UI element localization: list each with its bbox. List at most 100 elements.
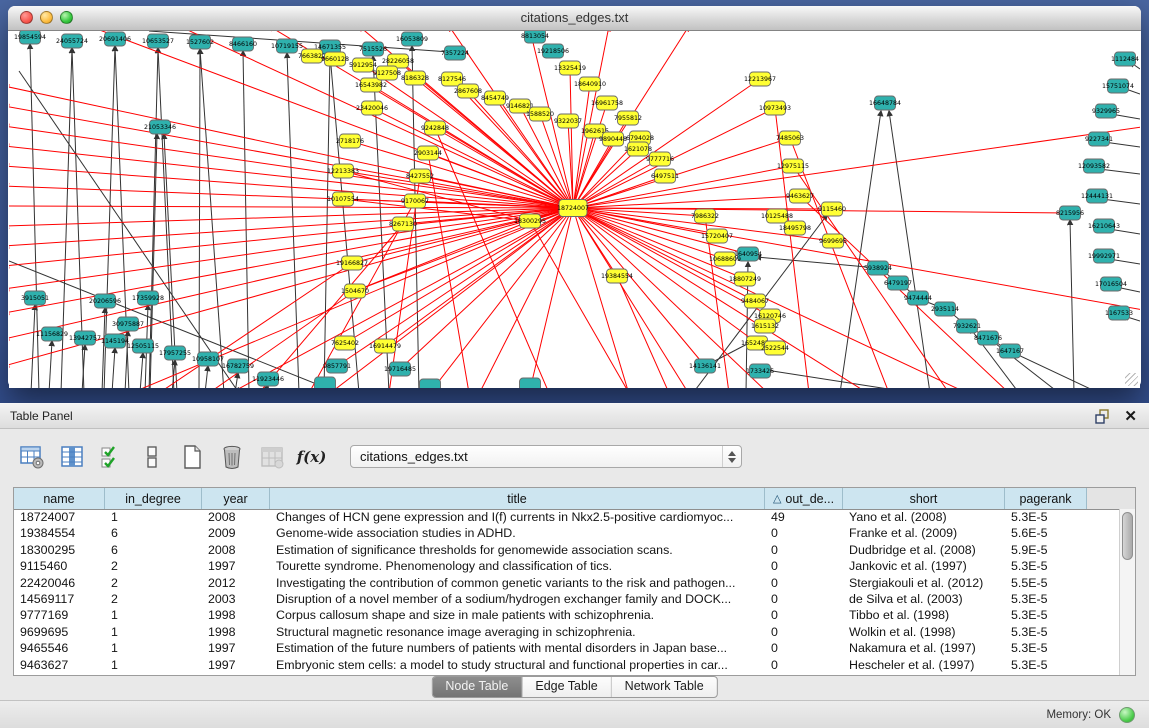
column-header-title[interactable]: title xyxy=(270,488,765,509)
graph-node[interactable]: 9127508 xyxy=(373,66,401,80)
graph-node[interactable]: 7932621 xyxy=(953,319,981,333)
graph-node[interactable]: 9484067 xyxy=(741,294,769,308)
graph-node[interactable]: 8813054 xyxy=(521,31,549,43)
minimize-window-icon[interactable] xyxy=(40,11,53,24)
row-options-icon[interactable] xyxy=(138,443,165,470)
resize-grip-icon[interactable] xyxy=(1125,373,1138,386)
graph-node[interactable]: 1504670 xyxy=(341,284,369,298)
scrollbar-thumb[interactable] xyxy=(1122,512,1133,560)
graph-node[interactable]: 8471676 xyxy=(974,331,1002,345)
graph-node[interactable]: 8454749 xyxy=(481,91,509,105)
graph-hub-node[interactable]: 18724007 xyxy=(557,200,589,217)
table-row[interactable]: 1830029562008Estimation of significance … xyxy=(14,542,1120,558)
graph-node[interactable]: 9660128 xyxy=(321,52,349,66)
graph-node[interactable]: 3915051 xyxy=(21,291,49,305)
graph-node[interactable]: 7986322 xyxy=(691,209,719,223)
graph-node[interactable]: 19854594 xyxy=(14,31,46,44)
graph-node[interactable]: 8215956 xyxy=(1056,206,1084,220)
graph-node[interactable]: 6479197 xyxy=(884,276,912,290)
graph-node[interactable]: 1588520 xyxy=(526,107,554,121)
graph-node[interactable]: 7955812 xyxy=(614,111,642,125)
graph-node[interactable]: 10973493 xyxy=(759,101,791,115)
column-header-in_degree[interactable]: in_degree xyxy=(105,488,202,509)
graph-node[interactable]: 9890448 xyxy=(599,132,627,146)
graph-node[interactable]: 1647167 xyxy=(996,344,1024,358)
graph-node[interactable]: 15720407 xyxy=(701,229,733,243)
vertical-scrollbar[interactable] xyxy=(1119,509,1135,675)
float-window-icon[interactable] xyxy=(1095,409,1110,424)
close-window-icon[interactable] xyxy=(20,11,33,24)
graph-node[interactable]: 9242848 xyxy=(421,121,449,135)
graph-node[interactable] xyxy=(420,379,441,388)
graph-node[interactable]: 20691406 xyxy=(99,32,131,46)
column-header-out_de[interactable]: △out_de... xyxy=(765,488,843,509)
graph-node[interactable]: 14136141 xyxy=(689,359,721,373)
graph-node[interactable]: 11923446 xyxy=(252,372,284,386)
graph-node[interactable]: 1527602 xyxy=(186,35,214,49)
table-row[interactable]: 1872400712008Changes of HCN gene express… xyxy=(14,509,1120,525)
new-table-icon[interactable] xyxy=(178,443,205,470)
network-canvas-svg[interactable]: 1985459424055724206914061065352715276028… xyxy=(9,31,1140,388)
graph-node[interactable]: 19166827 xyxy=(336,256,368,270)
graph-node[interactable]: 19218506 xyxy=(537,44,569,58)
column-header-year[interactable]: year xyxy=(202,488,270,509)
graph-node[interactable]: 12505115 xyxy=(127,339,159,353)
graph-node[interactable]: 17016504 xyxy=(1095,277,1127,291)
graph-node[interactable]: 7625402 xyxy=(331,336,359,350)
graph-node[interactable]: 18640910 xyxy=(574,77,606,91)
table-row[interactable]: 2242004622012Investigating the contribut… xyxy=(14,575,1120,591)
graph-node[interactable]: 8267130 xyxy=(389,217,417,231)
graph-node[interactable]: 9170067 xyxy=(401,194,429,208)
zoom-window-icon[interactable] xyxy=(60,11,73,24)
graph-node[interactable]: 1145194 xyxy=(101,334,129,348)
graph-node[interactable]: 16648784 xyxy=(869,96,901,110)
graph-node[interactable]: 7357224 xyxy=(441,46,469,60)
table-row[interactable]: 969969511998Structural magnetic resonanc… xyxy=(14,624,1120,640)
graph-node[interactable]: 9777716 xyxy=(646,152,674,166)
table-row[interactable]: 977716911998Corpus callosum shape and si… xyxy=(14,607,1120,623)
graph-node[interactable]: 5938924 xyxy=(864,261,892,275)
graph-node[interactable]: 8427552 xyxy=(406,169,434,183)
network-canvas[interactable]: 1985459424055724206914061065352715276028… xyxy=(9,31,1140,388)
graph-node[interactable] xyxy=(315,377,336,388)
graph-node[interactable]: 1733426 xyxy=(746,364,774,378)
tab-node-table[interactable]: Node Table xyxy=(432,677,521,697)
table-row[interactable]: 911546021997Tourette syndrome. Phenomeno… xyxy=(14,558,1120,574)
graph-node[interactable]: 9857791 xyxy=(323,359,351,373)
graph-node[interactable]: 12093582 xyxy=(1078,159,1110,173)
graph-node[interactable]: 12444131 xyxy=(1081,189,1113,203)
graph-node[interactable]: 2718176 xyxy=(336,134,364,148)
column-header-name[interactable]: name xyxy=(14,488,105,509)
graph-node[interactable]: 7515526 xyxy=(359,42,387,56)
column-header-short[interactable]: short xyxy=(843,488,1005,509)
close-icon[interactable]: ✕ xyxy=(1124,409,1137,424)
graph-node[interactable]: 2903144 xyxy=(414,146,442,160)
graph-node[interactable]: 2867608 xyxy=(454,84,482,98)
graph-node[interactable]: 10653527 xyxy=(142,34,174,48)
tab-network-table[interactable]: Network Table xyxy=(611,677,717,697)
show-columns-icon[interactable] xyxy=(58,443,85,470)
select-columns-icon[interactable] xyxy=(98,443,125,470)
delete-table-icon[interactable] xyxy=(218,443,245,470)
graph-node[interactable]: 7485063 xyxy=(776,131,804,145)
graph-node[interactable]: 9699695 xyxy=(819,234,847,248)
graph-node[interactable]: 9227341 xyxy=(1085,132,1113,146)
graph-node[interactable]: 16210643 xyxy=(1088,219,1120,233)
table-row[interactable]: 1938455462009Genome-wide association stu… xyxy=(14,525,1120,541)
graph-node[interactable]: 10107554 xyxy=(327,192,359,206)
window-titlebar[interactable]: citations_edges.txt xyxy=(8,6,1141,31)
table-row[interactable]: 1456911722003Disruption of a novel membe… xyxy=(14,591,1120,607)
column-header-pagerank[interactable]: pagerank xyxy=(1005,488,1087,509)
graph-node[interactable]: 8186328 xyxy=(401,71,429,85)
graph-node[interactable]: 2522544 xyxy=(761,341,789,355)
graph-node[interactable]: 9463627 xyxy=(786,189,814,203)
graph-node[interactable]: 15751074 xyxy=(1102,79,1134,93)
graph-node[interactable]: 17957255 xyxy=(159,346,191,360)
function-builder-icon[interactable]: f(x) xyxy=(298,443,325,470)
graph-node[interactable]: 12213967 xyxy=(744,72,776,86)
graph-node[interactable]: 9474444 xyxy=(904,291,932,305)
graph-node[interactable] xyxy=(520,378,541,388)
graph-node[interactable]: 16961758 xyxy=(591,96,623,110)
graph-node[interactable]: 1615132 xyxy=(751,319,779,333)
graph-node[interactable]: 13942757 xyxy=(69,331,101,345)
